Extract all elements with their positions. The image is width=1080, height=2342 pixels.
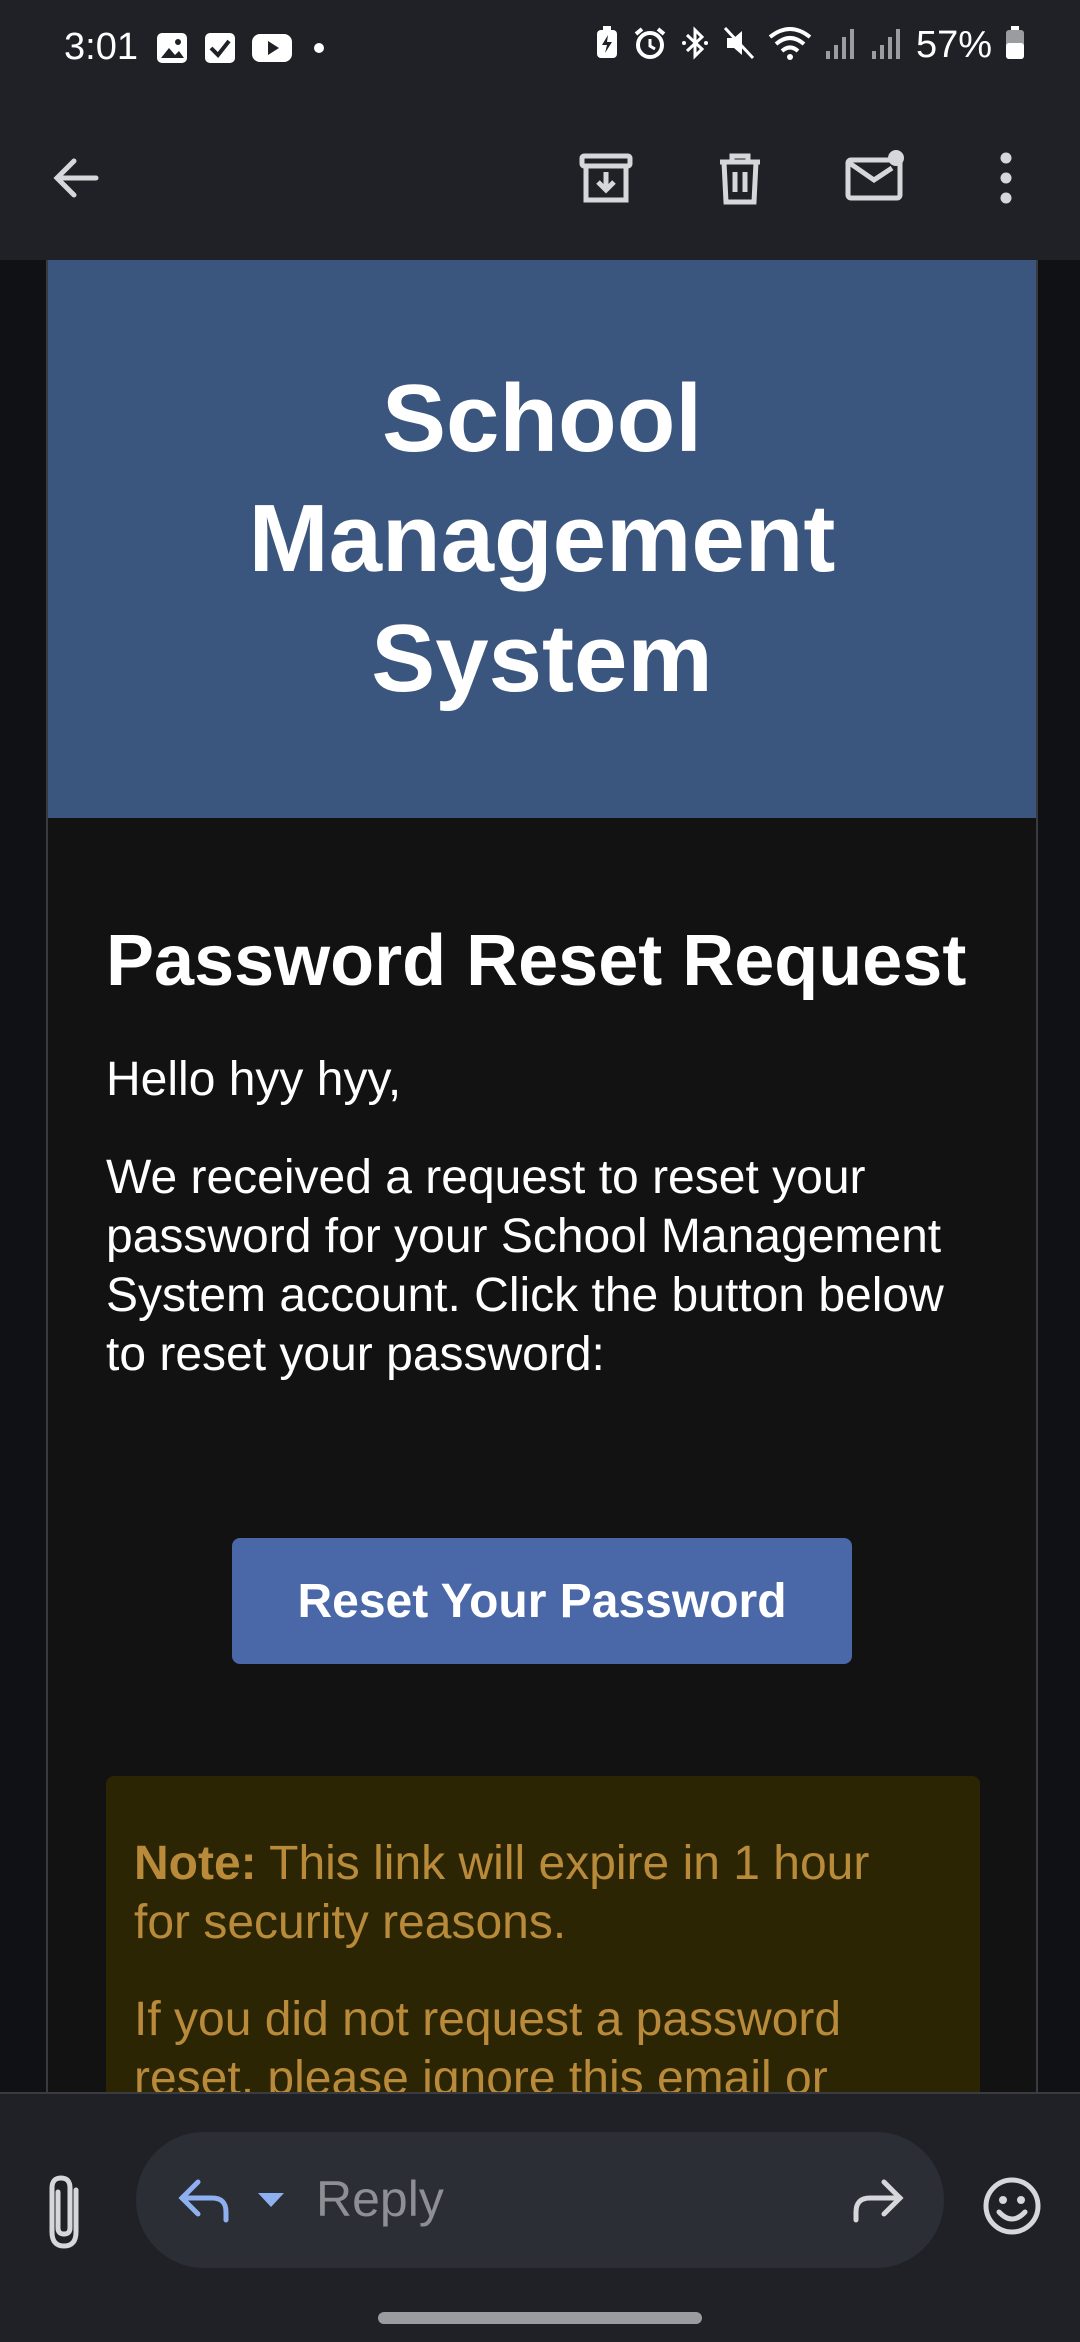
home-indicator[interactable] [378, 2312, 702, 2324]
note-text: Note: This link will expire in 1 hour fo… [134, 1834, 934, 1952]
forward-icon[interactable] [848, 2172, 908, 2233]
reply-input-pill[interactable]: Reply [136, 2132, 944, 2268]
mark-unread-icon [844, 148, 908, 213]
back-button[interactable] [40, 144, 112, 216]
dropdown-icon[interactable] [256, 2190, 286, 2215]
email-content[interactable]: School Management System Password Reset … [0, 260, 1080, 2092]
email-toolbar [0, 100, 1080, 260]
delete-icon [710, 148, 770, 213]
status-system-icons: 57% [594, 24, 1026, 67]
attachment-icon [36, 2175, 92, 2258]
archive-button[interactable] [570, 144, 642, 216]
more-options-button[interactable] [970, 144, 1042, 216]
emoji-button[interactable] [980, 2174, 1044, 2243]
note-ignore-text: If you did not request a password reset,… [134, 1993, 842, 2092]
reply-placeholder[interactable]: Reply [316, 2170, 444, 2228]
email-greeting: Hello hyy hyy, [106, 1053, 402, 1106]
battery-icon [1004, 25, 1026, 66]
alarm-icon [632, 25, 668, 66]
reply-bar: Reply [0, 2092, 1080, 2342]
back-arrow-icon [48, 150, 104, 211]
mute-icon [722, 25, 756, 66]
status-bar: 3:01 57% [0, 0, 1080, 100]
signal-icon [824, 25, 858, 66]
reply-icon[interactable] [174, 2172, 234, 2233]
dot-icon [307, 38, 331, 63]
archive-icon [576, 148, 636, 213]
emoji-icon [980, 2177, 1044, 2242]
attachment-button[interactable] [36, 2170, 92, 2254]
email-card: School Management System Password Reset … [46, 260, 1038, 2092]
email-heading: Password Reset Request [106, 921, 967, 1001]
delete-button[interactable] [704, 144, 776, 216]
email-body-text: We received a request to reset your pass… [106, 1151, 944, 1381]
checkbox-icon [203, 31, 237, 70]
battery-percent: 57% [915, 24, 992, 66]
status-notification-icons [155, 30, 331, 70]
reset-password-button[interactable]: Reset Your Password [232, 1538, 852, 1664]
more-options-icon [996, 150, 1016, 211]
wifi-icon [768, 25, 812, 66]
youtube-icon [251, 32, 293, 69]
signal-icon [870, 25, 904, 66]
note-box: Note: This link will expire in 1 hour fo… [106, 1776, 980, 2092]
gallery-icon [155, 31, 189, 70]
email-header-banner: School Management System [48, 260, 1036, 818]
status-time: 3:01 [64, 26, 138, 68]
bluetooth-icon [680, 25, 710, 66]
note-label: Note: [134, 1837, 257, 1890]
battery-saver-icon [594, 26, 620, 65]
email-header-title: School Management System [248, 365, 836, 712]
mark-unread-button[interactable] [840, 144, 912, 216]
